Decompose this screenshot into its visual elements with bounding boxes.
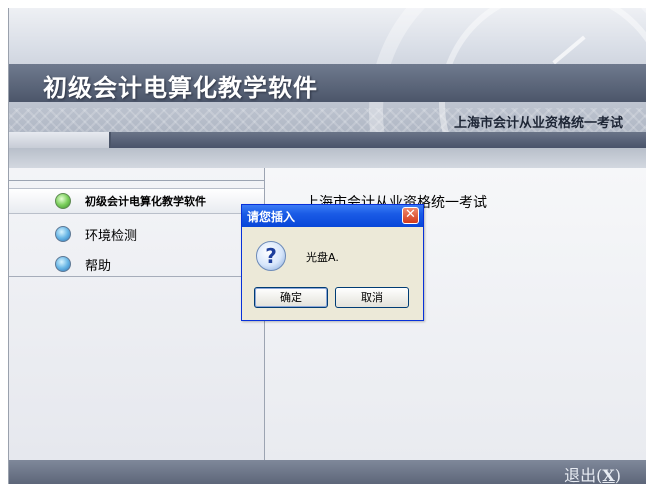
exit-link[interactable]: 退出(X): [564, 462, 621, 484]
dialog-title: 请您插入: [247, 210, 296, 224]
divider: [9, 276, 264, 277]
close-icon[interactable]: ✕: [402, 207, 419, 224]
sidebar: 初级会计电算化教学软件 环境检测 帮助: [9, 168, 265, 460]
blue-orb-icon: [55, 256, 71, 272]
footer-bar: 退出(X): [9, 460, 646, 484]
header-banner: 初级会计电算化教学软件 上海市会计从业资格统一考试: [9, 8, 646, 148]
dialog-message: 光盘A.: [306, 251, 339, 264]
blue-orb-icon: [55, 226, 71, 242]
sidebar-item-label: 环境检测: [85, 228, 138, 244]
exit-label: 退出(: [564, 466, 603, 484]
dialog-titlebar[interactable]: 请您插入 ✕: [242, 205, 423, 227]
sidebar-item-label: 初级会计电算化教学软件: [85, 195, 206, 208]
question-icon: ?: [256, 241, 286, 271]
sidebar-item-help[interactable]: 帮助: [9, 252, 264, 276]
sidebar-item-label: 帮助: [85, 258, 112, 274]
insert-disc-dialog: 请您插入 ✕ ? 光盘A. 确定 取消: [241, 204, 424, 321]
app-subtitle: 上海市会计从业资格统一考试: [453, 116, 623, 131]
divider: [9, 180, 264, 181]
sidebar-item-environment-check[interactable]: 环境检测: [9, 222, 264, 246]
app-title: 初级会计电算化教学软件: [43, 74, 318, 102]
cancel-button[interactable]: 取消: [335, 287, 409, 308]
sidebar-item-teaching-software[interactable]: 初级会计电算化教学软件: [9, 188, 264, 214]
green-orb-icon: [55, 193, 71, 209]
header-tab: [9, 132, 111, 148]
exit-label-close: ): [614, 466, 621, 484]
exit-shortcut-key: X: [602, 466, 615, 484]
divider-strip: [9, 148, 646, 168]
ok-button[interactable]: 确定: [254, 287, 328, 308]
